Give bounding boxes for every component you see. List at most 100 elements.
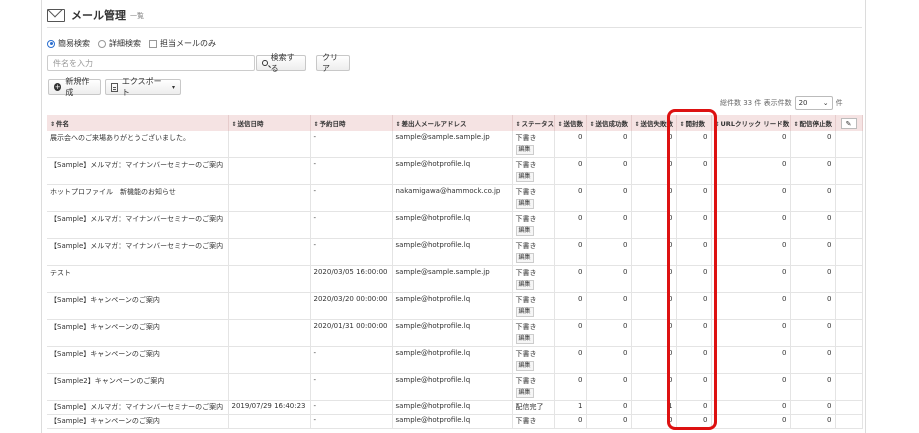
edit-button[interactable]: 編集	[515, 253, 534, 264]
col-settings: ✎	[835, 115, 863, 131]
row-status: 下書き	[515, 215, 537, 224]
row-success-count: 0	[623, 295, 628, 304]
table-row[interactable]: 【Sample】キャンペーンのご案内 2020/01/31 00:00:00 sam…	[47, 319, 863, 348]
row-scheduled-cell: -	[310, 238, 393, 267]
row-sent-at-cell	[228, 238, 311, 267]
table-row[interactable]: ホットプロファイル 新機能のお知らせ - nakamigawa@hammock.co…	[47, 184, 863, 213]
col-unsubscribed[interactable]: ⇕配信停止数	[790, 115, 836, 131]
row-scheduled: -	[313, 376, 317, 385]
table-row[interactable]: 展示会へのご来場ありがとうございました。 - sample@sample.sampl…	[47, 131, 863, 159]
sort-icon: ⇕	[515, 121, 521, 128]
table-row[interactable]: 【Sample】キャンペーンのご案内 2020/03/20 00:00:00 sam…	[47, 292, 863, 321]
edit-button[interactable]: 編集	[515, 307, 534, 318]
row-sent-count: 0	[578, 322, 583, 331]
edit-button[interactable]: 編集	[515, 172, 534, 183]
edit-button[interactable]: 編集	[515, 334, 534, 345]
table-header-row: ⇕件名 ⇕送信日時 ⇕予約日時 ⇕差出人メールアドレス ⇕ステータス ⇕送信数 …	[47, 115, 863, 131]
row-success-count-cell: 0	[586, 184, 632, 213]
row-subject-link[interactable]: 【Sample2】キャンペーンのご案内	[50, 377, 164, 385]
row-subject-link[interactable]: 【Sample】キャンペーンのご案内	[50, 323, 160, 331]
wrench-icon[interactable]: ✎	[840, 117, 857, 129]
col-success[interactable]: ⇕送信成功数	[586, 115, 632, 131]
row-sent-count: 1	[578, 402, 583, 411]
per-page-unit: 件	[835, 99, 843, 107]
row-subject-link[interactable]: 【Sample】メルマガ：マイナンバーセミナーのご案内	[50, 242, 223, 250]
row-from-address-cell: sample@hotprofile.lq	[392, 319, 513, 348]
col-from[interactable]: ⇕差出人メールアドレス	[392, 115, 513, 131]
table-row[interactable]: 【Sample】キャンペーンのご案内 - sample@hotprofile.lq 下…	[47, 414, 863, 430]
row-sent-count: 0	[578, 241, 583, 250]
document-icon	[111, 82, 118, 92]
row-unsubscribe-count: 0	[827, 214, 832, 223]
col-subject[interactable]: ⇕件名	[47, 115, 229, 131]
row-subject-link[interactable]: ホットプロファイル 新機能のお知らせ	[50, 188, 176, 196]
row-from-address-cell: sample@hotprofile.lq	[392, 157, 513, 186]
row-scheduled-cell: -	[310, 131, 393, 159]
col-sent[interactable]: ⇕送信数	[554, 115, 587, 131]
row-status: 下書き	[515, 350, 537, 359]
row-status: 下書き	[515, 134, 537, 142]
col-scheduled[interactable]: ⇕予約日時	[310, 115, 393, 131]
row-url-click-count-cell: 0	[711, 373, 791, 402]
row-unsubscribe-count: 0	[827, 133, 832, 141]
table-row[interactable]: 【Sample】メルマガ：マイナンバーセミナーのご案内 - sample@hotpr…	[47, 211, 863, 240]
sort-icon: ⇕	[793, 121, 799, 128]
table-row[interactable]: 【Sample】メルマガ：マイナンバーセミナーのご案内 - sample@hotpr…	[47, 238, 863, 267]
row-from-address: sample@hotprofile.lq	[395, 160, 471, 169]
search-button-label: 検索する	[270, 53, 295, 73]
row-subject-link-cell: 【Sample】キャンペーンのご案内	[47, 292, 229, 321]
export-button[interactable]: エクスポート ▾	[105, 77, 181, 97]
edit-button[interactable]: 編集	[515, 280, 534, 291]
row-sent-count-cell: 0	[554, 346, 587, 375]
per-page-value: 20	[798, 99, 808, 107]
subject-search-input[interactable]	[47, 55, 255, 71]
row-success-count: 0	[623, 416, 628, 425]
row-unsubscribe-count-cell: 0	[790, 265, 836, 294]
row-success-count-cell: 0	[586, 414, 632, 430]
total-count-text: 総件数 33 件 表示件数	[720, 99, 792, 107]
row-subject-link[interactable]: 展示会へのご来場ありがとうございました。	[50, 134, 190, 142]
clear-button[interactable]: クリア	[316, 53, 350, 73]
table-row[interactable]: テスト 2020/03/05 16:00:00 sample@sample.samp…	[47, 265, 863, 294]
row-from-address: sample@hotprofile.lq	[395, 241, 471, 250]
row-from-address: sample@sample.sample.jp	[395, 133, 490, 141]
table-row[interactable]: 【Sample2】キャンペーンのご案内 - sample@hotprofile.lq…	[47, 373, 863, 402]
row-scheduled: -	[313, 416, 317, 425]
row-scheduled-cell: -	[310, 184, 393, 213]
row-scheduled-cell: -	[310, 211, 393, 240]
per-page-select[interactable]: 20 ⌄	[794, 96, 833, 110]
search-button[interactable]: 検索する	[256, 53, 306, 73]
my-mail-only-checkbox[interactable]: 担当メールのみ	[149, 38, 216, 49]
row-scheduled-cell: -	[310, 373, 393, 402]
export-button-label: エクスポート	[121, 77, 162, 97]
table-row[interactable]: 【Sample】メルマガ：マイナンバーセミナーのご案内 2019/07/29 16…	[47, 400, 863, 416]
row-settings-cell	[835, 319, 863, 348]
table-row[interactable]: 【Sample】キャンペーンのご案内 - sample@hotprofile.lq 下…	[47, 346, 863, 375]
row-subject-link[interactable]: 【Sample】キャンペーンのご案内	[50, 417, 160, 425]
row-subject-link[interactable]: 【Sample】メルマガ：マイナンバーセミナーのご案内	[50, 403, 223, 411]
row-subject-link[interactable]: 【Sample】キャンペーンのご案内	[50, 296, 160, 304]
row-settings-cell	[835, 373, 863, 402]
row-subject-link[interactable]: 【Sample】メルマガ：マイナンバーセミナーのご案内	[50, 161, 223, 169]
row-success-count-cell: 0	[586, 373, 632, 402]
row-settings-cell	[835, 131, 863, 159]
edit-button[interactable]: 編集	[515, 361, 534, 372]
row-status: 下書き	[515, 161, 537, 170]
col-status[interactable]: ⇕ステータス	[512, 115, 555, 131]
row-status-cell: 下書き 編集	[512, 319, 555, 348]
table-row[interactable]: 【Sample】メルマガ：マイナンバーセミナーのご案内 - sample@hotpr…	[47, 157, 863, 186]
edit-button[interactable]: 編集	[515, 145, 534, 155]
simple-search-radio[interactable]: 簡易検索	[47, 38, 90, 49]
row-from-address-cell: sample@hotprofile.lq	[392, 346, 513, 375]
detail-search-radio[interactable]: 詳細検索	[98, 38, 141, 49]
edit-button[interactable]: 編集	[515, 199, 534, 210]
row-subject-link[interactable]: テスト	[50, 269, 71, 277]
row-subject-link[interactable]: 【Sample】キャンペーンのご案内	[50, 350, 160, 358]
col-url-clicks[interactable]: ⇕URLクリック リード数	[711, 115, 791, 131]
edit-button[interactable]: 編集	[515, 226, 534, 237]
row-subject-link[interactable]: 【Sample】メルマガ：マイナンバーセミナーのご案内	[50, 215, 223, 223]
col-sent-at[interactable]: ⇕送信日時	[228, 115, 311, 131]
row-sent-count: 0	[578, 187, 583, 196]
new-mail-button[interactable]: + 新規作成	[48, 77, 101, 97]
edit-button[interactable]: 編集	[515, 388, 534, 399]
